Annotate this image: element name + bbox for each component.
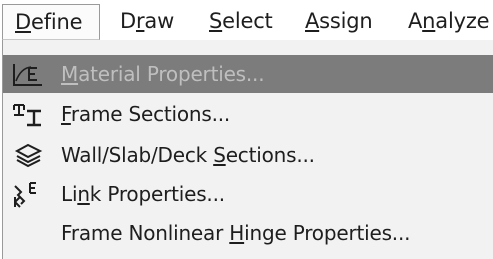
menu-bar: Define Draw Select Assign Analyze	[0, 0, 493, 42]
menu-item-frame-nonlinear-hinge-properties[interactable]: Frame Nonlinear Hinge Properties...	[3, 214, 493, 252]
menu-assign-accel: A	[305, 9, 320, 33]
menu-define-accel: D	[15, 10, 31, 34]
menu-draw[interactable]: Draw	[120, 6, 174, 36]
frame-sections-icon	[11, 100, 45, 128]
material-properties-icon	[11, 60, 45, 88]
menu-select-accel: S	[209, 9, 223, 33]
menu-item-wall-slab-deck-sections[interactable]: Wall/Slab/Deck Sections...	[3, 136, 493, 174]
menu-analyze-accel: n	[422, 9, 436, 33]
menu-item-label: Frame Nonlinear Hinge Properties...	[61, 221, 411, 245]
menu-define[interactable]: Define	[2, 4, 100, 40]
menu-assign[interactable]: Assign	[305, 6, 373, 36]
menu-item-label: Wall/Slab/Deck Sections...	[61, 143, 315, 167]
define-dropdown-menu: Material Properties... Frame Sections...…	[2, 40, 493, 259]
menu-define-text-post: efine	[30, 10, 83, 34]
menu-item-label: Frame Sections...	[61, 102, 231, 126]
menu-assign-text-post: ssign	[319, 9, 373, 33]
menu-select[interactable]: Select	[209, 6, 273, 36]
menu-draw-text-post: aw	[144, 9, 175, 33]
menu-item-material-properties[interactable]: Material Properties...	[3, 55, 493, 93]
menu-select-text-post: elect	[222, 9, 273, 33]
wall-slab-deck-icon	[11, 141, 45, 169]
menu-analyze-text-pre: A	[408, 9, 423, 33]
link-properties-icon	[11, 180, 45, 208]
menu-item-link-properties[interactable]: Link Properties...	[3, 175, 493, 213]
menu-draw-text-pre: D	[120, 9, 136, 33]
menu-analyze[interactable]: Analyze	[408, 6, 490, 36]
menu-item-label: Link Properties...	[61, 182, 225, 206]
menu-analyze-text-post: alyze	[435, 9, 490, 33]
menu-item-label: Material Properties...	[61, 62, 265, 86]
menu-item-frame-sections[interactable]: Frame Sections...	[3, 95, 493, 133]
